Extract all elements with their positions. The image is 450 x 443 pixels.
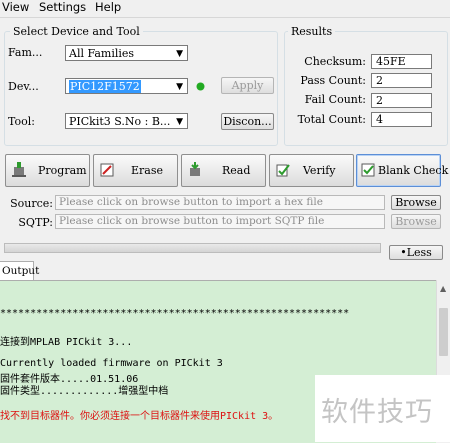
fail-count-label: Fail Count: bbox=[304, 93, 366, 106]
source-path-input[interactable]: Please click on browse button to import … bbox=[55, 195, 385, 210]
family-dropdown-value: All Families bbox=[69, 47, 135, 60]
chevron-down-icon: ▼ bbox=[176, 49, 183, 59]
checksum-value: 45FE bbox=[371, 54, 432, 69]
total-count-label: Total Count: bbox=[297, 113, 366, 126]
less-button[interactable]: •Less bbox=[389, 245, 443, 260]
sqtp-label: SQTP: bbox=[18, 216, 53, 229]
menu-settings[interactable]: Settings bbox=[39, 0, 86, 14]
log-line: ****************************************… bbox=[0, 308, 350, 319]
checksum-label: Checksum: bbox=[304, 55, 366, 68]
blank-check-icon bbox=[361, 163, 375, 177]
log-line: 固件类型.............增强型中档 bbox=[0, 386, 169, 397]
tool-label: Tool: bbox=[8, 115, 35, 128]
device-dropdown-value: PIC12F1572 bbox=[69, 80, 141, 93]
results-group bbox=[284, 31, 448, 146]
pass-count-value: 2 bbox=[371, 73, 432, 88]
erase-button[interactable]: Erase bbox=[93, 154, 178, 187]
progress-bar bbox=[4, 243, 381, 253]
chevron-down-icon: ▼ bbox=[176, 82, 183, 92]
verify-button[interactable]: Verify bbox=[269, 154, 354, 187]
watermark: 软件技巧 bbox=[315, 375, 450, 442]
watermark-text: 软件技巧 bbox=[321, 397, 433, 428]
tool-dropdown-value: PICkit3 S.No : B... bbox=[69, 115, 171, 128]
disconnect-button[interactable]: Discon... bbox=[221, 113, 274, 130]
total-count-value: 4 bbox=[371, 112, 432, 127]
log-line: Currently loaded firmware on PICkit 3 bbox=[0, 358, 223, 369]
blank-check-label: Blank Check bbox=[378, 164, 449, 177]
source-browse-button[interactable]: Browse bbox=[391, 195, 441, 210]
verify-label: Verify bbox=[303, 164, 336, 177]
log-line: 连接到MPLAB PICkit 3... bbox=[0, 337, 133, 348]
source-label: Source: bbox=[10, 197, 53, 210]
tab-output[interactable]: Output bbox=[0, 261, 39, 280]
device-label: Dev... bbox=[8, 80, 39, 93]
program-button[interactable]: Program bbox=[5, 154, 90, 187]
menu-bar: View Settings Help bbox=[0, 0, 450, 18]
sqtp-path-input[interactable]: Please click on browse button to import … bbox=[55, 214, 385, 229]
read-chip-icon bbox=[190, 162, 200, 176]
menu-view[interactable]: View bbox=[2, 0, 29, 14]
log-line-error: 找不到目标器件。你必须连接一个目标器件来使用PICkit 3。 bbox=[0, 411, 279, 422]
family-label: Fam... bbox=[8, 46, 43, 59]
apply-button[interactable]: Apply bbox=[221, 77, 274, 94]
sqtp-browse-button[interactable]: Browse bbox=[391, 214, 441, 229]
read-button[interactable]: Read bbox=[181, 154, 266, 187]
program-chip-icon bbox=[12, 162, 26, 177]
pass-count-label: Pass Count: bbox=[300, 74, 366, 87]
tool-dropdown[interactable]: PICkit3 S.No : B... ▼ bbox=[65, 113, 188, 129]
family-dropdown[interactable]: All Families ▼ bbox=[65, 45, 188, 61]
fail-count-value: 2 bbox=[371, 93, 432, 108]
read-label: Read bbox=[222, 164, 251, 177]
results-group-title: Results bbox=[288, 25, 336, 38]
chevron-down-icon: ▼ bbox=[176, 117, 183, 127]
scroll-up-icon[interactable]: ▲ bbox=[440, 284, 446, 293]
program-label: Program bbox=[38, 164, 87, 177]
erase-icon bbox=[100, 163, 114, 177]
device-dropdown[interactable]: PIC12F1572 ▼ bbox=[65, 78, 188, 94]
device-tool-group-title: Select Device and Tool bbox=[10, 25, 143, 38]
connection-status-icon bbox=[196, 82, 205, 91]
verify-icon bbox=[276, 164, 290, 177]
menu-help[interactable]: Help bbox=[95, 0, 121, 14]
blank-check-button[interactable]: Blank Check bbox=[356, 154, 448, 187]
scrollbar-thumb[interactable] bbox=[439, 308, 448, 356]
erase-label: Erase bbox=[131, 164, 164, 177]
